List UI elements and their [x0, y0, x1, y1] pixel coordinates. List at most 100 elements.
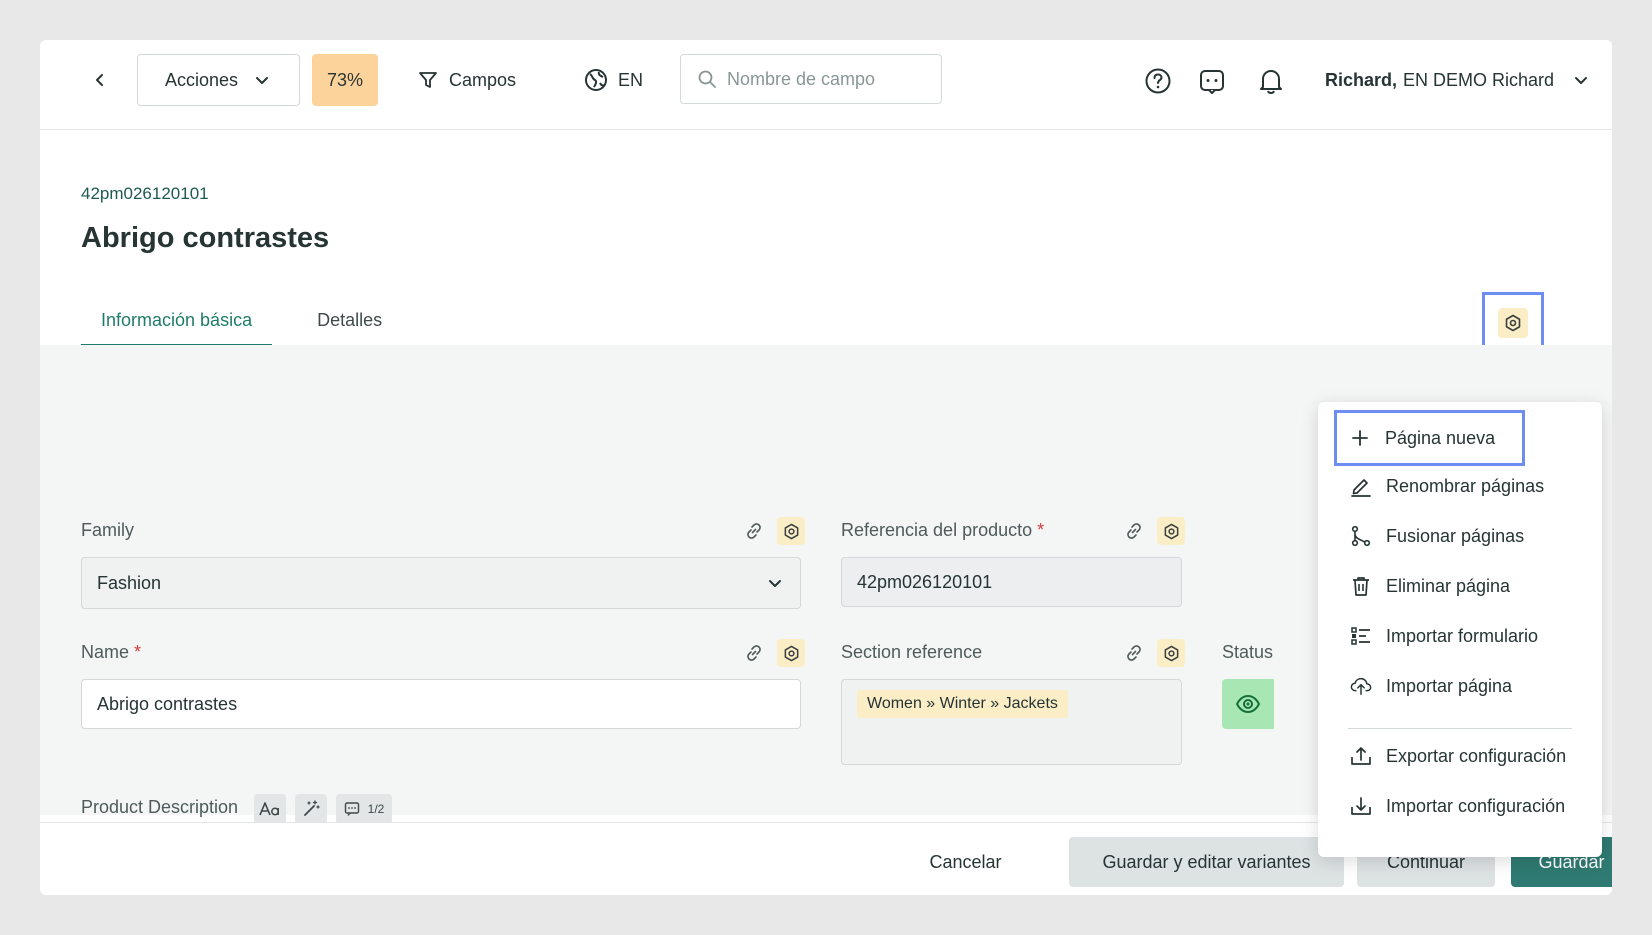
actions-label: Acciones [165, 69, 239, 90]
plus-icon [1349, 427, 1371, 449]
menu-item-rename-pages[interactable]: Renombrar páginas [1338, 464, 1588, 508]
language-label: EN [618, 69, 644, 90]
menu-item-label: Importar configuración [1386, 795, 1566, 816]
product-sku: 42pm026120101 [81, 184, 209, 203]
field-search [680, 54, 942, 104]
chevron-down-icon [769, 580, 781, 587]
section-settings-button[interactable] [1157, 639, 1185, 667]
page-tabs: Información básica Detalles [81, 310, 402, 346]
menu-item-import-page[interactable]: Importar página [1338, 664, 1588, 708]
gear-icon [1164, 523, 1178, 539]
family-label: Family [81, 520, 134, 540]
link-icon [747, 645, 761, 661]
gear-icon [1164, 645, 1178, 661]
name-settings-button[interactable] [777, 639, 805, 667]
page-title: Abrigo contrastes [81, 222, 330, 254]
menu-item-export-config[interactable]: Exportar configuración [1338, 734, 1588, 778]
section-tag[interactable]: Women » Winter » Jackets [857, 690, 1068, 718]
menu-item-label: Importar formulario [1386, 625, 1539, 646]
save-and-edit-variants-button[interactable]: Guardar y editar variantes [1069, 837, 1344, 887]
user-company: EN DEMO Richard [1403, 69, 1555, 90]
bell-icon [1260, 70, 1282, 95]
import-icon [1350, 795, 1372, 817]
actions-dropdown[interactable]: Acciones [137, 54, 300, 106]
gear-icon [1505, 314, 1521, 332]
required-mark: * [1037, 520, 1045, 540]
field-search-input[interactable] [727, 68, 927, 90]
link-icon [1127, 523, 1141, 539]
help-icon [1145, 68, 1171, 94]
menu-item-merge-pages[interactable]: Fusionar páginas [1338, 514, 1588, 558]
menu-item-import-config[interactable]: Importar configuración [1338, 784, 1588, 828]
notifications-button[interactable] [1255, 65, 1287, 97]
required-mark: * [134, 642, 142, 662]
ref-settings-button[interactable] [1157, 517, 1185, 545]
family-settings-button[interactable] [777, 517, 805, 545]
search-icon [698, 70, 716, 88]
chat-icon [1200, 70, 1224, 94]
chevron-down-icon [256, 77, 268, 84]
user-menu[interactable]: Richard, EN DEMO Richard [1325, 54, 1590, 106]
chevron-left-icon [96, 74, 103, 86]
export-icon [1350, 745, 1372, 767]
name-link-button[interactable] [740, 639, 768, 667]
family-value: Fashion [97, 572, 162, 593]
gear-icon [784, 523, 798, 539]
merge-icon [1350, 525, 1372, 547]
pencil-icon [1350, 475, 1372, 497]
ref-link-button[interactable] [1120, 517, 1148, 545]
family-select[interactable]: Fashion [81, 557, 801, 609]
comment-count: 1/2 [367, 802, 385, 816]
comments-button[interactable]: 1/2 [336, 794, 392, 824]
ref-field[interactable]: 42pm026120101 [841, 557, 1182, 607]
globe-icon [585, 69, 607, 91]
ref-label-row: Referencia del producto * [841, 520, 1044, 541]
tab-informacion-basica[interactable]: Información básica [81, 310, 273, 346]
fields-filter-button[interactable]: Campos [417, 54, 516, 106]
section-reference-field[interactable]: Women » Winter » Jackets [841, 679, 1182, 765]
back-button[interactable] [85, 65, 115, 95]
chat-button[interactable] [1196, 65, 1228, 97]
menu-item-label: Fusionar páginas [1386, 525, 1525, 546]
name-input[interactable] [81, 679, 801, 729]
fields-filter-label: Campos [449, 69, 517, 90]
menu-item-delete-page[interactable]: Eliminar página [1338, 564, 1588, 608]
help-button[interactable] [1142, 65, 1174, 97]
status-label: Status [1222, 642, 1274, 662]
language-selector[interactable]: EN [584, 54, 643, 106]
menu-item-new-page[interactable]: Página nueva [1334, 410, 1525, 466]
comment-icon [344, 802, 359, 816]
top-toolbar: Acciones 73% Campos EN Richard, EN DEMO [40, 40, 1612, 130]
trash-icon [1350, 575, 1372, 597]
menu-item-label: Renombrar páginas [1386, 475, 1545, 496]
name-label-row: Name * [81, 642, 141, 663]
page-settings-button[interactable] [1498, 308, 1528, 338]
gear-icon [784, 645, 798, 661]
menu-item-label: Eliminar página [1386, 575, 1511, 596]
font-case-icon [259, 802, 279, 816]
menu-divider [1348, 728, 1572, 729]
menu-item-label: Página nueva [1385, 427, 1496, 448]
link-icon [1127, 645, 1141, 661]
filter-icon [419, 72, 437, 88]
eye-icon [1235, 694, 1261, 714]
cancel-button[interactable]: Cancelar [898, 837, 1033, 887]
menu-item-label: Exportar configuración [1386, 745, 1567, 766]
user-name: Richard, [1325, 69, 1398, 90]
chevron-down-icon [1575, 77, 1588, 84]
ai-generate-button[interactable] [295, 794, 327, 824]
name-label: Name [81, 642, 130, 662]
link-icon [747, 523, 761, 539]
tab-detalles[interactable]: Detalles [297, 310, 402, 346]
status-visibility-toggle[interactable] [1222, 679, 1274, 729]
text-format-button[interactable] [254, 794, 286, 824]
menu-item-label: Importar página [1386, 675, 1513, 696]
product-edit-card: Acciones 73% Campos EN Richard, EN DEMO [40, 40, 1612, 895]
ref-label: Referencia del producto [841, 520, 1033, 540]
menu-item-import-form[interactable]: Importar formulario [1338, 614, 1588, 658]
section-link-button[interactable] [1120, 639, 1148, 667]
family-link-button[interactable] [740, 517, 768, 545]
completion-badge[interactable]: 73% [312, 54, 378, 106]
page-settings-menu: Página nueva Renombrar páginas Fusionar … [1318, 402, 1602, 857]
description-label: Product Description [81, 797, 239, 817]
